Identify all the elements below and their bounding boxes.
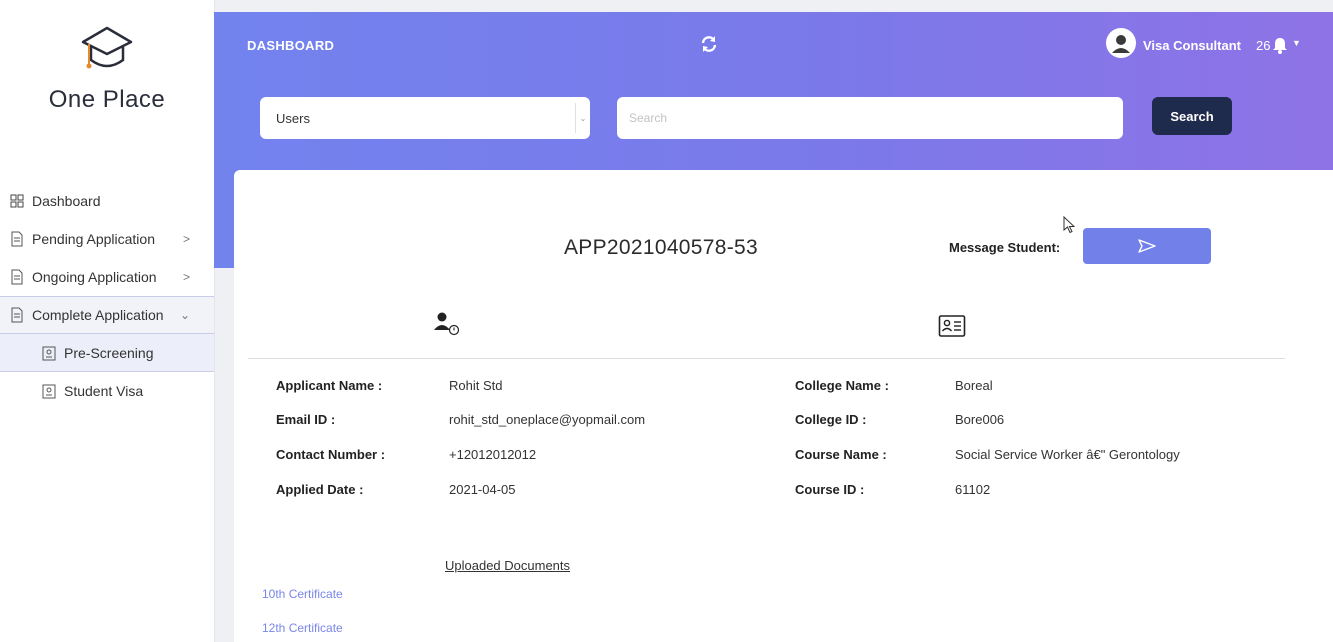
sidebar: One Place Dashboard Pending Application … xyxy=(0,0,215,642)
document-link[interactable]: 12th Certificate xyxy=(262,621,343,635)
user-clock-icon xyxy=(432,310,462,341)
divider xyxy=(248,358,1285,359)
bell-icon[interactable] xyxy=(1272,36,1288,59)
refresh-icon[interactable] xyxy=(699,34,719,59)
grid-icon xyxy=(8,192,26,210)
college-name-value: Boreal xyxy=(955,378,993,393)
applicant-name-label: Applicant Name : xyxy=(276,378,383,393)
page-title: DASHBOARD xyxy=(247,38,335,53)
applied-date-value: 2021-04-05 xyxy=(449,482,516,497)
id-badge-icon xyxy=(40,344,58,362)
college-id-value: Bore006 xyxy=(955,412,1005,427)
sidebar-item-label: Dashboard xyxy=(32,193,101,209)
sidebar-item-complete-application[interactable]: Complete Application ⌄ xyxy=(0,296,214,334)
sidebar-subitem-student-visa[interactable]: Student Visa xyxy=(0,372,214,410)
course-id-value: 61102 xyxy=(955,482,991,497)
user-name[interactable]: Visa Consultant xyxy=(1143,38,1241,53)
sidebar-subitem-pre-screening[interactable]: Pre-Screening xyxy=(0,334,214,372)
sidebar-item-dashboard[interactable]: Dashboard xyxy=(0,182,214,220)
id-card-icon xyxy=(938,314,966,343)
search-input[interactable] xyxy=(617,97,1123,139)
college-id-label: College ID : xyxy=(795,412,867,427)
chevron-down-icon[interactable]: ▼ xyxy=(1292,38,1301,48)
chevron-right-icon: > xyxy=(182,270,190,284)
sidebar-nav: Dashboard Pending Application > Ongoing … xyxy=(0,182,214,410)
contact-number-label: Contact Number : xyxy=(276,447,386,462)
send-message-button[interactable] xyxy=(1083,228,1211,264)
course-id-label: Course ID : xyxy=(795,482,865,497)
id-badge-icon xyxy=(40,382,58,400)
category-select[interactable]: Users ⌄ xyxy=(260,97,590,139)
user-avatar-icon[interactable] xyxy=(1106,28,1136,58)
course-name-value: Social Service Worker â€" Gerontology xyxy=(955,447,1180,462)
document-link[interactable]: 10th Certificate xyxy=(262,587,343,601)
sidebar-subitem-label: Pre-Screening xyxy=(64,344,154,361)
email-label: Email ID : xyxy=(276,412,336,427)
application-detail-card: APP2021040578-53 Message Student: Applic… xyxy=(234,170,1333,642)
category-select-value: Users xyxy=(276,110,310,126)
sidebar-subitem-label: Student Visa xyxy=(64,383,144,399)
document-icon xyxy=(8,268,26,286)
message-student-label: Message Student: xyxy=(949,240,1061,255)
chevron-down-icon[interactable]: ⌄ xyxy=(575,103,590,133)
sidebar-item-label: Pending Application xyxy=(32,231,155,247)
notification-count: 26 xyxy=(1256,38,1271,53)
chevron-down-icon: ⌄ xyxy=(179,308,190,322)
sidebar-item-pending-application[interactable]: Pending Application > xyxy=(0,220,214,258)
uploaded-documents-title: Uploaded Documents xyxy=(445,558,571,573)
document-icon xyxy=(8,306,26,324)
sidebar-item-label: Ongoing Application xyxy=(32,269,157,285)
course-name-label: Course Name : xyxy=(795,447,887,462)
graduation-cap-icon xyxy=(81,26,133,69)
mouse-cursor-icon xyxy=(1063,215,1077,239)
search-button[interactable]: Search xyxy=(1152,97,1232,135)
logo-text: One Place xyxy=(48,86,166,113)
applicant-name-value: Rohit Std xyxy=(449,378,503,393)
application-id: APP2021040578-53 xyxy=(564,236,758,259)
applied-date-label: Applied Date : xyxy=(276,482,364,497)
college-name-label: College Name : xyxy=(795,378,889,393)
contact-number-value: +12012012012 xyxy=(449,447,537,462)
document-icon xyxy=(8,230,26,248)
chevron-right-icon: > xyxy=(182,232,190,246)
sidebar-item-ongoing-application[interactable]: Ongoing Application > xyxy=(0,258,214,296)
email-value: rohit_std_oneplace@yopmail.com xyxy=(449,412,646,427)
logo[interactable]: One Place xyxy=(0,20,214,130)
sidebar-item-label: Complete Application xyxy=(32,307,164,323)
send-icon xyxy=(1138,239,1156,253)
